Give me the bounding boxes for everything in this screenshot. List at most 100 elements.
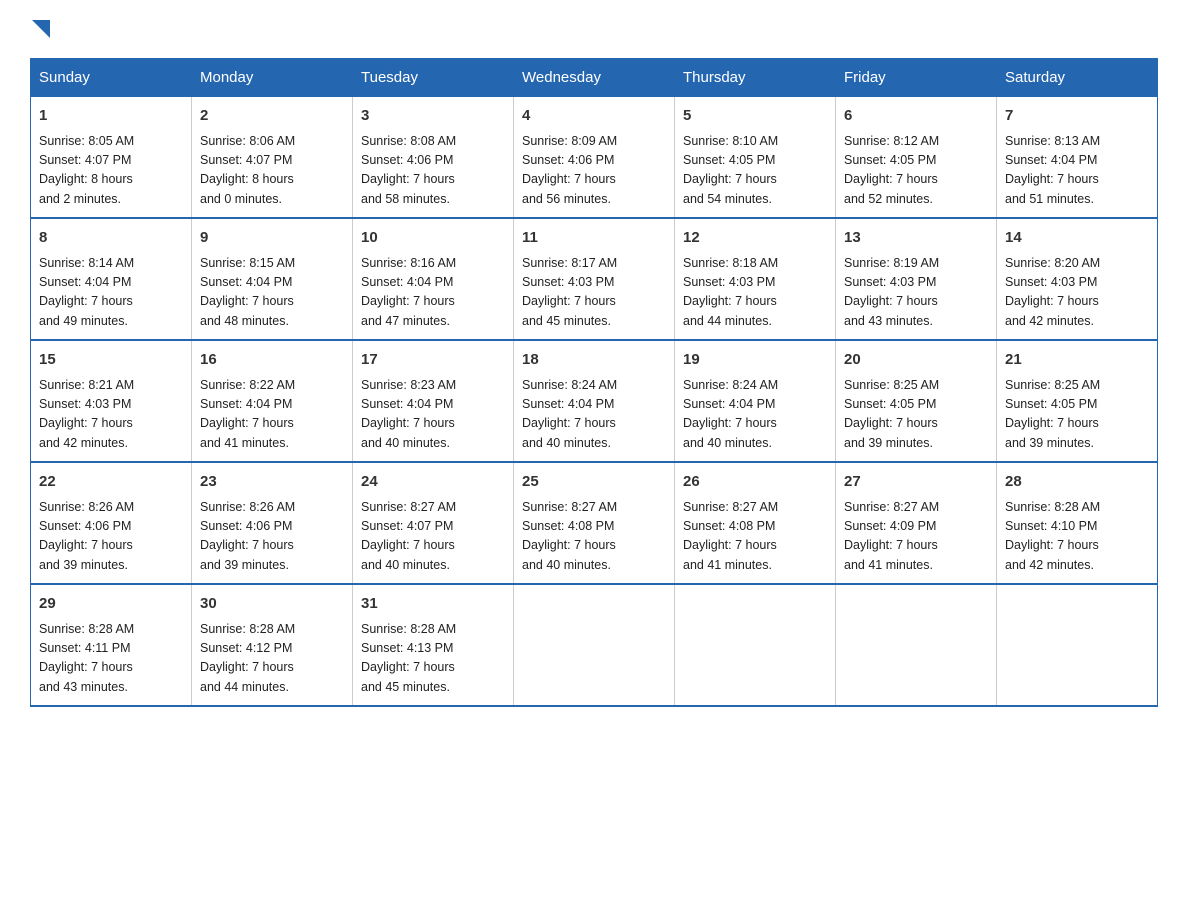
day-number: 1 <box>39 105 183 128</box>
calendar-cell: 2 Sunrise: 8:06 AMSunset: 4:07 PMDaylight… <box>192 97 353 219</box>
day-number: 6 <box>844 105 988 128</box>
day-number: 23 <box>200 471 344 494</box>
day-info: Sunrise: 8:28 AMSunset: 4:11 PMDaylight:… <box>39 620 183 698</box>
calendar-header-row: SundayMondayTuesdayWednesdayThursdayFrid… <box>31 59 1158 97</box>
calendar-week-row: 29 Sunrise: 8:28 AMSunset: 4:11 PMDayligh… <box>31 584 1158 706</box>
day-info: Sunrise: 8:26 AMSunset: 4:06 PMDaylight:… <box>39 498 183 576</box>
day-number: 8 <box>39 227 183 250</box>
day-info: Sunrise: 8:15 AMSunset: 4:04 PMDaylight:… <box>200 254 344 332</box>
day-info: Sunrise: 8:18 AMSunset: 4:03 PMDaylight:… <box>683 254 827 332</box>
calendar-cell: 22 Sunrise: 8:26 AMSunset: 4:06 PMDayligh… <box>31 462 192 584</box>
day-number: 10 <box>361 227 505 250</box>
day-number: 25 <box>522 471 666 494</box>
day-number: 5 <box>683 105 827 128</box>
day-info: Sunrise: 8:12 AMSunset: 4:05 PMDaylight:… <box>844 132 988 210</box>
calendar-cell <box>997 584 1158 706</box>
day-info: Sunrise: 8:28 AMSunset: 4:12 PMDaylight:… <box>200 620 344 698</box>
day-number: 19 <box>683 349 827 372</box>
calendar-cell: 14 Sunrise: 8:20 AMSunset: 4:03 PMDayligh… <box>997 218 1158 340</box>
day-number: 20 <box>844 349 988 372</box>
day-info: Sunrise: 8:24 AMSunset: 4:04 PMDaylight:… <box>522 376 666 454</box>
header-monday: Monday <box>192 59 353 97</box>
calendar-cell: 16Sunrise: 8:22 AMSunset: 4:04 PMDayligh… <box>192 340 353 462</box>
calendar-cell: 24 Sunrise: 8:27 AMSunset: 4:07 PMDayligh… <box>353 462 514 584</box>
calendar-cell <box>836 584 997 706</box>
day-info: Sunrise: 8:16 AMSunset: 4:04 PMDaylight:… <box>361 254 505 332</box>
calendar-cell: 23 Sunrise: 8:26 AMSunset: 4:06 PMDayligh… <box>192 462 353 584</box>
header-thursday: Thursday <box>675 59 836 97</box>
day-number: 15 <box>39 349 183 372</box>
header-saturday: Saturday <box>997 59 1158 97</box>
day-number: 22 <box>39 471 183 494</box>
calendar-cell: 28 Sunrise: 8:28 AMSunset: 4:10 PMDayligh… <box>997 462 1158 584</box>
day-number: 26 <box>683 471 827 494</box>
calendar-cell: 30Sunrise: 8:28 AMSunset: 4:12 PMDayligh… <box>192 584 353 706</box>
calendar-cell: 9 Sunrise: 8:15 AMSunset: 4:04 PMDaylight… <box>192 218 353 340</box>
calendar-cell: 11 Sunrise: 8:17 AMSunset: 4:03 PMDayligh… <box>514 218 675 340</box>
calendar-cell: 15Sunrise: 8:21 AMSunset: 4:03 PMDayligh… <box>31 340 192 462</box>
calendar-week-row: 8Sunrise: 8:14 AMSunset: 4:04 PMDaylight… <box>31 218 1158 340</box>
day-number: 11 <box>522 227 666 250</box>
day-number: 12 <box>683 227 827 250</box>
day-info: Sunrise: 8:27 AMSunset: 4:09 PMDaylight:… <box>844 498 988 576</box>
day-info: Sunrise: 8:05 AMSunset: 4:07 PMDaylight:… <box>39 132 183 210</box>
day-info: Sunrise: 8:20 AMSunset: 4:03 PMDaylight:… <box>1005 254 1149 332</box>
day-info: Sunrise: 8:19 AMSunset: 4:03 PMDaylight:… <box>844 254 988 332</box>
day-number: 29 <box>39 593 183 616</box>
calendar-cell: 1 Sunrise: 8:05 AMSunset: 4:07 PMDaylight… <box>31 97 192 219</box>
day-number: 9 <box>200 227 344 250</box>
day-number: 13 <box>844 227 988 250</box>
day-info: Sunrise: 8:17 AMSunset: 4:03 PMDaylight:… <box>522 254 666 332</box>
calendar-cell <box>514 584 675 706</box>
day-number: 24 <box>361 471 505 494</box>
calendar-week-row: 1 Sunrise: 8:05 AMSunset: 4:07 PMDaylight… <box>31 97 1158 219</box>
day-info: Sunrise: 8:27 AMSunset: 4:08 PMDaylight:… <box>522 498 666 576</box>
calendar-cell: 27 Sunrise: 8:27 AMSunset: 4:09 PMDayligh… <box>836 462 997 584</box>
day-info: Sunrise: 8:27 AMSunset: 4:08 PMDaylight:… <box>683 498 827 576</box>
day-info: Sunrise: 8:25 AMSunset: 4:05 PMDaylight:… <box>844 376 988 454</box>
day-number: 28 <box>1005 471 1149 494</box>
calendar-cell: 10 Sunrise: 8:16 AMSunset: 4:04 PMDayligh… <box>353 218 514 340</box>
day-info: Sunrise: 8:27 AMSunset: 4:07 PMDaylight:… <box>361 498 505 576</box>
calendar-cell: 4 Sunrise: 8:09 AMSunset: 4:06 PMDaylight… <box>514 97 675 219</box>
header-wednesday: Wednesday <box>514 59 675 97</box>
day-number: 18 <box>522 349 666 372</box>
day-number: 14 <box>1005 227 1149 250</box>
day-info: Sunrise: 8:08 AMSunset: 4:06 PMDaylight:… <box>361 132 505 210</box>
calendar-cell: 29 Sunrise: 8:28 AMSunset: 4:11 PMDayligh… <box>31 584 192 706</box>
day-number: 27 <box>844 471 988 494</box>
logo-triangle-icon <box>32 20 50 38</box>
day-number: 7 <box>1005 105 1149 128</box>
calendar-cell: 17 Sunrise: 8:23 AMSunset: 4:04 PMDayligh… <box>353 340 514 462</box>
day-info: Sunrise: 8:26 AMSunset: 4:06 PMDaylight:… <box>200 498 344 576</box>
day-number: 2 <box>200 105 344 128</box>
day-info: Sunrise: 8:25 AMSunset: 4:05 PMDaylight:… <box>1005 376 1149 454</box>
day-number: 4 <box>522 105 666 128</box>
logo <box>30 20 50 38</box>
day-info: Sunrise: 8:09 AMSunset: 4:06 PMDaylight:… <box>522 132 666 210</box>
day-number: 17 <box>361 349 505 372</box>
calendar-cell: 6 Sunrise: 8:12 AMSunset: 4:05 PMDaylight… <box>836 97 997 219</box>
day-info: Sunrise: 8:28 AMSunset: 4:13 PMDaylight:… <box>361 620 505 698</box>
day-info: Sunrise: 8:23 AMSunset: 4:04 PMDaylight:… <box>361 376 505 454</box>
calendar-cell: 12 Sunrise: 8:18 AMSunset: 4:03 PMDayligh… <box>675 218 836 340</box>
calendar-cell: 7Sunrise: 8:13 AMSunset: 4:04 PMDaylight… <box>997 97 1158 219</box>
calendar-cell: 13 Sunrise: 8:19 AMSunset: 4:03 PMDayligh… <box>836 218 997 340</box>
calendar-cell: 19 Sunrise: 8:24 AMSunset: 4:04 PMDayligh… <box>675 340 836 462</box>
day-info: Sunrise: 8:06 AMSunset: 4:07 PMDaylight:… <box>200 132 344 210</box>
day-info: Sunrise: 8:22 AMSunset: 4:04 PMDaylight:… <box>200 376 344 454</box>
header-friday: Friday <box>836 59 997 97</box>
day-number: 3 <box>361 105 505 128</box>
header-sunday: Sunday <box>31 59 192 97</box>
calendar-cell: 8Sunrise: 8:14 AMSunset: 4:04 PMDaylight… <box>31 218 192 340</box>
calendar-cell: 5Sunrise: 8:10 AMSunset: 4:05 PMDaylight… <box>675 97 836 219</box>
calendar-table: SundayMondayTuesdayWednesdayThursdayFrid… <box>30 58 1158 707</box>
calendar-cell: 26 Sunrise: 8:27 AMSunset: 4:08 PMDayligh… <box>675 462 836 584</box>
calendar-cell: 25 Sunrise: 8:27 AMSunset: 4:08 PMDayligh… <box>514 462 675 584</box>
calendar-cell: 18 Sunrise: 8:24 AMSunset: 4:04 PMDayligh… <box>514 340 675 462</box>
header-tuesday: Tuesday <box>353 59 514 97</box>
day-info: Sunrise: 8:24 AMSunset: 4:04 PMDaylight:… <box>683 376 827 454</box>
calendar-cell: 31Sunrise: 8:28 AMSunset: 4:13 PMDayligh… <box>353 584 514 706</box>
day-number: 21 <box>1005 349 1149 372</box>
day-info: Sunrise: 8:28 AMSunset: 4:10 PMDaylight:… <box>1005 498 1149 576</box>
